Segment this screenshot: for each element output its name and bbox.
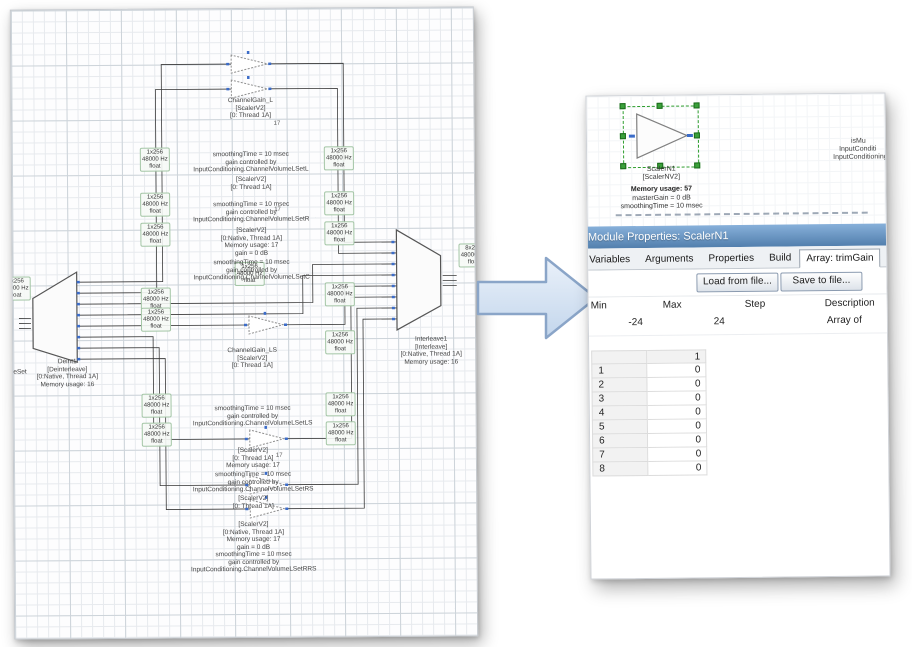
- min-value[interactable]: -24: [603, 317, 643, 328]
- header-max: Max: [663, 300, 682, 311]
- signal-format-box[interactable]: 1x256 48000 Hz float: [325, 282, 355, 306]
- row-header: 1: [591, 364, 647, 379]
- row-header: 3: [592, 392, 648, 407]
- row-header: 7: [592, 448, 648, 463]
- value-cell[interactable]: 0: [648, 447, 707, 462]
- value-cell[interactable]: 0: [648, 405, 707, 420]
- value-cell[interactable]: 0: [648, 419, 707, 434]
- module-label-scaler: [ScalerV2] [0: Thread 1A]: [156, 175, 346, 191]
- module-label-ctrl-c: smoothingTime = 10 msec gain controlled …: [157, 258, 347, 282]
- row-header: 5: [592, 420, 648, 435]
- module-properties-dialog: Module Properties: ScalerN1 Variables Ar…: [585, 223, 890, 476]
- module-label-ctrl-l: smoothingTime = 10 msec gain controlled …: [156, 150, 346, 174]
- module-label-ctrl-r: smoothingTime = 10 msec gain controlled …: [156, 200, 346, 224]
- signal-format-box[interactable]: 1x256 48000 Hz float: [10, 276, 31, 300]
- corner-cell: [591, 350, 647, 365]
- row-header: 4: [592, 406, 648, 421]
- module-label-scaler: [ScalerV2] [0: Thread 1A] Memory usage: …: [158, 446, 348, 470]
- module-label-channelgain-ls: ChannelGain_LS [ScalerV2] [0: Thread 1A]: [157, 346, 347, 370]
- selection-handle[interactable]: [620, 103, 626, 109]
- scaler-module-l[interactable]: [231, 55, 267, 73]
- scaler-module-r[interactable]: [231, 80, 267, 98]
- table-row: 8 0: [592, 459, 890, 476]
- pin-value-label: 17: [276, 453, 283, 459]
- module-label-ctrl-ls: smoothingTime = 10 msec gain controlled …: [158, 404, 348, 428]
- row-header: 2: [591, 378, 647, 393]
- description-value: Array of: [827, 315, 862, 326]
- module-type: [ScalerNV2]: [601, 173, 721, 182]
- module-properties-panel: ScalerN1 [ScalerNV2] Memory usage: 57 ma…: [585, 92, 890, 579]
- load-from-file-button[interactable]: Load from file...: [696, 273, 778, 293]
- selection-handle[interactable]: [694, 132, 700, 138]
- selection-handle[interactable]: [694, 102, 700, 108]
- save-to-file-button[interactable]: Save to file...: [780, 272, 862, 292]
- header-step: Step: [745, 299, 766, 310]
- partial-label: eSet: [13, 368, 43, 376]
- value-cell[interactable]: 0: [648, 461, 707, 476]
- value-cell[interactable]: 0: [647, 363, 706, 378]
- page: 1x256 48000 Hz float 1x256 48000 Hz floa…: [0, 0, 912, 647]
- module-canvas[interactable]: ScalerN1 [ScalerNV2] Memory usage: 57 ma…: [586, 93, 885, 226]
- range-properties: Min Max Step Description -24 24 Array of: [585, 294, 890, 336]
- header-description: Description: [825, 298, 875, 310]
- tab-array-trimgain[interactable]: Array: trimGain: [799, 249, 880, 269]
- pin-value-label: 17: [274, 207, 281, 213]
- value-cell[interactable]: 0: [648, 433, 707, 448]
- smoothing-time: smoothingTime = 10 msec: [602, 202, 722, 211]
- signal-flow-canvas[interactable]: 1x256 48000 Hz float 1x256 48000 Hz floa…: [10, 6, 478, 639]
- value-cell[interactable]: 0: [647, 377, 706, 392]
- signal-format-box[interactable]: 1x256 48000 Hz float: [141, 308, 171, 332]
- trimgain-array-table: 1 1 0 2 0 3 0 4 0 5: [591, 347, 890, 476]
- selection-rectangle: [623, 105, 700, 168]
- tab-build[interactable]: Build: [762, 248, 798, 267]
- detail-arrow-icon: [468, 248, 604, 348]
- scaler-module-c[interactable]: [249, 316, 283, 334]
- selection-handle[interactable]: [620, 133, 626, 139]
- value-cell[interactable]: 0: [648, 391, 707, 406]
- module-label-block-c: [ScalerV2] [0:Native, Thread 1A] Memory …: [156, 226, 346, 257]
- deinterleave-module[interactable]: [33, 272, 78, 362]
- module-label-channelgain-l: ChannelGain_L [ScalerV2] [0: Thread 1A]: [155, 96, 345, 120]
- dialog-tabs: Variables Arguments Properties Build Arr…: [585, 245, 890, 270]
- tab-properties[interactable]: Properties: [701, 249, 761, 269]
- max-value[interactable]: 24: [685, 316, 725, 327]
- selection-handle[interactable]: [657, 103, 663, 109]
- clipped-label: InputConditioning: [833, 153, 888, 161]
- file-button-row: Load from file... Save to file...: [585, 267, 890, 297]
- module-label-interleave: Interleave1 [Interleave] [0:Native, Thre…: [369, 335, 478, 366]
- clipped-label: InputConditi: [839, 146, 876, 153]
- tab-arguments[interactable]: Arguments: [638, 249, 701, 269]
- clipped-label: isMu: [851, 138, 866, 145]
- module-label-scaler: [ScalerV2] [0: Thread 1A]: [158, 494, 348, 510]
- row-header: 6: [592, 434, 648, 449]
- row-header: 8: [592, 462, 648, 477]
- memory-usage: Memory usage: 57: [601, 185, 721, 194]
- column-header: 1: [647, 349, 706, 364]
- tab-variables[interactable]: Variables: [585, 250, 637, 270]
- module-label-ctrl-rs: smoothingTime = 10 msec gain controlled …: [158, 470, 348, 494]
- header-min: Min: [591, 300, 607, 311]
- dialog-title: Module Properties: ScalerN1: [585, 223, 890, 248]
- pin-value-label: 17: [274, 121, 281, 127]
- scaler-module-ls[interactable]: [250, 430, 284, 448]
- module-label-block-rrs: [ScalerV2] [0:Native, Thread 1A] Memory …: [158, 520, 348, 574]
- interleave-module[interactable]: [396, 230, 441, 330]
